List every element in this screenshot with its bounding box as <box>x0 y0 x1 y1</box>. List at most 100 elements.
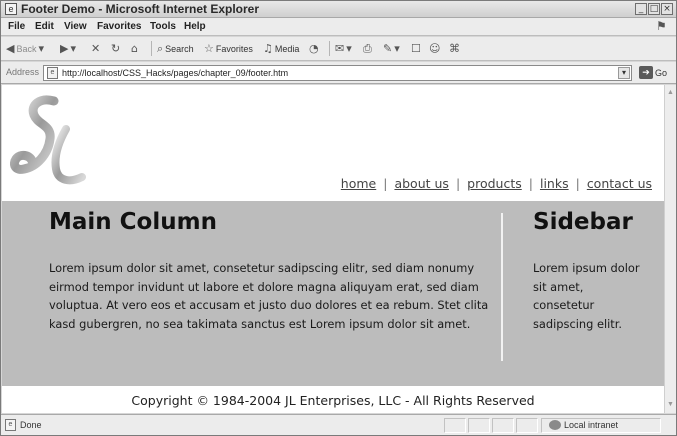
main-column-heading: Main Column <box>49 209 217 235</box>
security-zone: Local intranet <box>549 420 618 430</box>
chevron-down-icon: ▾ <box>70 42 76 55</box>
back-label: Back <box>16 43 37 54</box>
windows-flag-icon: ⚑ <box>656 19 667 33</box>
copyright-text: Copyright © 1984-2004 JL Enterprises, LL… <box>131 393 535 408</box>
nav-separator: | <box>455 176 461 191</box>
forward-arrow-icon: ▶ <box>60 42 69 55</box>
media-button[interactable]: ♫ Media <box>263 42 299 55</box>
home-icon: ⌂ <box>131 42 138 55</box>
page-header: home | about us | products | links | con… <box>2 85 664 201</box>
menu-favorites[interactable]: Favorites <box>97 21 141 32</box>
maximize-button[interactable]: □ <box>648 3 660 15</box>
nav-link-about-us[interactable]: about us <box>394 176 448 191</box>
ie-page-icon: e <box>5 3 17 15</box>
menu-help[interactable]: Help <box>184 21 206 32</box>
chevron-down-icon[interactable]: ▾ <box>618 67 630 79</box>
discuss-button[interactable]: ☐ <box>411 42 421 55</box>
search-button[interactable]: ⌕ Search <box>157 42 194 56</box>
close-button[interactable]: × <box>661 3 673 15</box>
status-pane <box>516 418 538 433</box>
go-label: Go <box>655 67 668 78</box>
zone-label: Local intranet <box>564 420 619 430</box>
main-column-text: Lorem ipsum dolor sit amet, consetetur s… <box>49 261 489 331</box>
favorites-label: Favorites <box>215 43 253 54</box>
standard-toolbar: ◀ Back ▾ ▶ ▾ ✕ ↻ ⌂ ⌕ Search ☆ Favorites … <box>1 37 676 61</box>
menu-tools[interactable]: Tools <box>150 21 176 32</box>
favorites-button[interactable]: ☆ Favorites <box>204 42 253 55</box>
title-bar[interactable]: e Footer Demo - Microsoft Internet Explo… <box>1 1 676 18</box>
jl-logo <box>10 95 86 185</box>
nav-separator: | <box>528 176 533 191</box>
window-controls: _ □ × <box>635 3 673 15</box>
discuss-icon: ☐ <box>411 42 421 55</box>
window-title: Footer Demo - Microsoft Internet Explore… <box>21 2 260 16</box>
status-pane <box>444 418 466 433</box>
nav-link-products[interactable]: products <box>467 176 522 191</box>
status-text: Done <box>20 420 42 430</box>
history-icon: ◔ <box>309 42 319 55</box>
forward-button[interactable]: ▶ ▾ <box>60 42 76 55</box>
address-input[interactable]: e http://localhost/CSS_Hacks/pages/chapt… <box>43 65 632 81</box>
back-arrow-icon: ◀ <box>6 42 15 55</box>
intranet-icon <box>549 420 561 430</box>
refresh-icon: ↻ <box>111 42 121 55</box>
star-icon: ☆ <box>204 42 214 55</box>
edit-button[interactable]: ✎ ▾ <box>383 42 400 55</box>
page-done-icon: e <box>5 419 16 431</box>
menu-bar: File Edit View Favorites Tools Help ⚑ <box>1 18 676 36</box>
search-icon: ⌕ <box>157 42 164 55</box>
address-url[interactable]: http://localhost/CSS_Hacks/pages/chapter… <box>62 68 288 78</box>
nav-link-links[interactable]: links <box>540 176 569 191</box>
toolbar-separator <box>151 41 152 56</box>
sidebar-text: Lorem ipsum dolor sit amet, consetetur s… <box>533 261 640 331</box>
address-label: Address <box>6 67 40 77</box>
minimize-button[interactable]: _ <box>635 3 647 15</box>
home-button[interactable]: ⌂ <box>131 42 138 55</box>
top-navigation: home | about us | products | links | con… <box>341 176 652 191</box>
mail-icon: ✉ <box>335 42 345 55</box>
stop-button[interactable]: ✕ <box>91 42 100 55</box>
go-arrow-icon: ➔ <box>639 66 653 79</box>
menu-file[interactable]: File <box>8 21 25 32</box>
scroll-up-icon[interactable]: ▲ <box>665 87 676 99</box>
chevron-down-icon: ▾ <box>394 42 400 55</box>
mail-button[interactable]: ✉ ▾ <box>335 42 352 55</box>
vertical-scrollbar[interactable]: ▲ ▼ <box>664 85 676 413</box>
messenger-icon: ☺ <box>429 42 441 55</box>
refresh-button[interactable]: ↻ <box>111 42 120 55</box>
print-button[interactable]: ⎙ <box>363 42 372 56</box>
menu-edit[interactable]: Edit <box>35 21 54 32</box>
search-label: Search <box>165 44 194 54</box>
menu-view[interactable]: View <box>64 21 87 32</box>
print-icon: ⎙ <box>363 42 372 55</box>
chevron-down-icon: ▾ <box>346 42 352 55</box>
page-icon: e <box>47 67 58 79</box>
content-area: Main Column Lorem ipsum dolor sit amet, … <box>2 201 664 386</box>
media-icon: ♫ <box>263 42 273 55</box>
sidebar-heading: Sidebar <box>533 209 633 235</box>
nav-link-home[interactable]: home <box>341 176 376 191</box>
edit-icon: ✎ <box>383 42 393 55</box>
back-button[interactable]: ◀ Back ▾ <box>6 42 44 55</box>
media-label: Media <box>274 43 300 54</box>
history-button[interactable]: ◔ <box>309 42 319 55</box>
nav-separator: | <box>383 176 388 191</box>
page-footer: Copyright © 1984-2004 JL Enterprises, LL… <box>2 386 664 413</box>
status-pane <box>468 418 490 433</box>
column-divider <box>501 213 503 361</box>
stop-icon: ✕ <box>91 42 101 55</box>
chevron-down-icon: ▾ <box>38 42 45 55</box>
nav-separator: | <box>575 176 580 191</box>
scroll-down-icon[interactable]: ▼ <box>665 399 676 411</box>
toolbar-separator <box>329 41 330 56</box>
messenger-button[interactable]: ☺ <box>429 42 440 55</box>
page-viewport[interactable]: home | about us | products | links | con… <box>2 85 664 413</box>
browser-window: e Footer Demo - Microsoft Internet Explo… <box>0 0 677 436</box>
research-button[interactable]: ⌘ <box>449 42 460 55</box>
status-bar: e Done Local intranet <box>1 414 676 435</box>
nav-link-contact-us[interactable]: contact us <box>587 176 652 191</box>
go-button[interactable]: ➔ Go <box>639 66 667 79</box>
research-icon: ⌘ <box>449 42 460 55</box>
address-bar: Address e http://localhost/CSS_Hacks/pag… <box>1 62 676 84</box>
status-pane <box>492 418 514 433</box>
